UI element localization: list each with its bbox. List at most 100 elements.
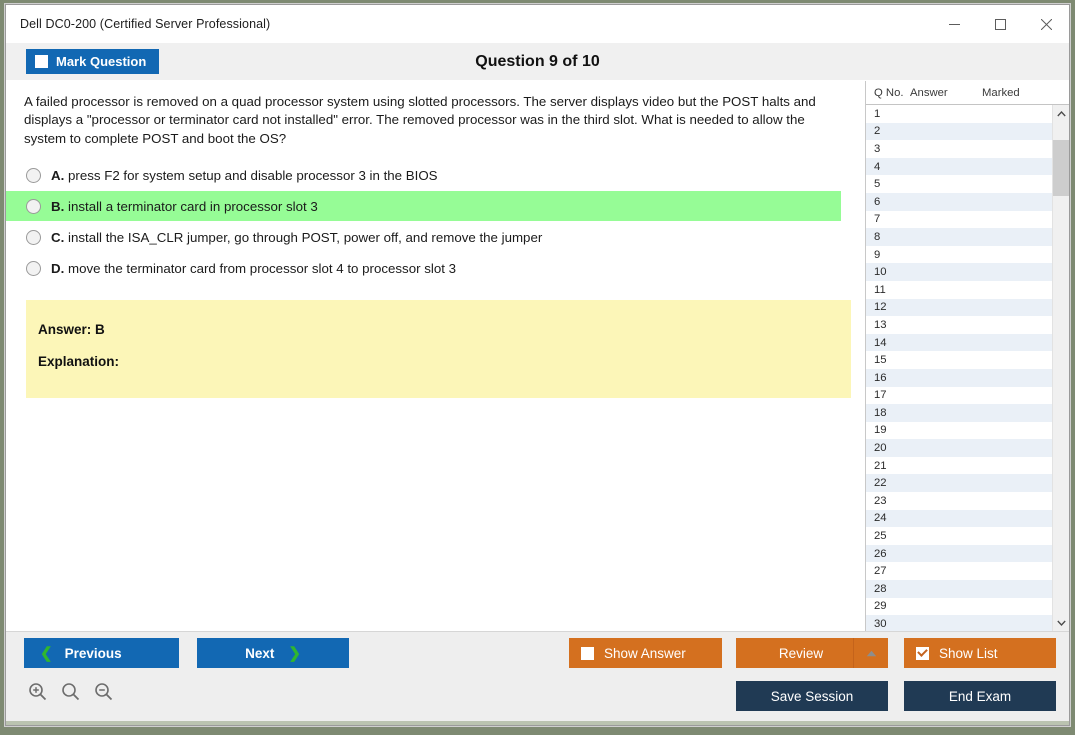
question-list-row-number: 2 <box>874 125 881 138</box>
minimize-icon[interactable] <box>931 5 977 43</box>
question-list-row[interactable]: 3 <box>866 140 1052 158</box>
option-label-d: D. move the terminator card from process… <box>51 261 456 276</box>
show-list-button[interactable]: Show List <box>904 638 1056 668</box>
question-list-row[interactable]: 24 <box>866 509 1052 528</box>
end-exam-button[interactable]: End Exam <box>904 681 1056 711</box>
question-list-row-number: 27 <box>874 565 887 578</box>
previous-label: Previous <box>64 645 122 661</box>
next-button[interactable]: Next ❯ <box>197 638 349 668</box>
question-list-row[interactable]: 13 <box>866 316 1052 334</box>
question-list-row-number: 23 <box>874 494 887 507</box>
question-list-row-number: 14 <box>874 336 887 349</box>
question-list-row[interactable]: 12 <box>866 298 1052 317</box>
question-list-row[interactable]: 21 <box>866 456 1052 475</box>
question-list-row[interactable]: 2 <box>866 122 1052 141</box>
question-list-row-number: 18 <box>874 406 887 419</box>
body-area: A failed processor is removed on a quad … <box>6 81 1069 631</box>
question-list-scrollbar[interactable] <box>1052 105 1069 631</box>
question-list-row[interactable]: 4 <box>866 157 1052 176</box>
question-list-row[interactable]: 14 <box>866 333 1052 352</box>
scrollbar-track[interactable] <box>1052 122 1069 614</box>
option-text-a: press F2 for system setup and disable pr… <box>68 167 438 183</box>
option-text-d: move the terminator card from processor … <box>68 260 456 276</box>
question-list-row[interactable]: 9 <box>866 245 1052 264</box>
question-list-row-number: 6 <box>874 195 881 208</box>
question-list-row[interactable]: 20 <box>866 439 1052 457</box>
question-list-row-number: 16 <box>874 371 887 384</box>
question-counter: Question 9 of 10 <box>475 52 600 70</box>
option-text-b: install a terminator card in processor s… <box>68 198 318 214</box>
question-list-row[interactable]: 30 <box>866 615 1052 631</box>
question-list-row[interactable]: 23 <box>866 492 1052 510</box>
question-list-row[interactable]: 10 <box>866 263 1052 281</box>
window-controls <box>931 5 1069 43</box>
question-list-row[interactable]: 8 <box>866 228 1052 246</box>
option-text-c: install the ISA_CLR jumper, go through P… <box>68 229 543 245</box>
scroll-down-arrow-icon[interactable] <box>1053 614 1070 631</box>
question-list-row[interactable]: 11 <box>866 280 1052 299</box>
question-list-row-number: 10 <box>874 266 887 279</box>
option-row-b[interactable]: B. install a terminator card in processo… <box>6 191 841 222</box>
question-list-row[interactable]: 19 <box>866 421 1052 440</box>
column-header-answer: Answer <box>910 86 948 99</box>
review-dropdown-button[interactable]: Review <box>736 638 888 668</box>
question-list-row-number: 9 <box>874 248 881 261</box>
mark-question-button[interactable]: Mark Question <box>26 49 160 74</box>
show-answer-checkbox-icon <box>581 646 594 660</box>
save-session-button[interactable]: Save Session <box>736 681 888 711</box>
question-list-row-number: 25 <box>874 530 887 543</box>
question-list-row[interactable]: 18 <box>866 404 1052 422</box>
question-list-row[interactable]: 16 <box>866 368 1052 387</box>
title-bar: Dell DC0-200 (Certified Server Professio… <box>6 5 1069 43</box>
answer-line: Answer: B <box>38 322 105 338</box>
question-list-row[interactable]: 29 <box>866 597 1052 616</box>
question-list-row[interactable]: 7 <box>866 210 1052 229</box>
question-list-row[interactable]: 26 <box>866 544 1052 563</box>
option-row-d[interactable]: D. move the terminator card from process… <box>6 253 841 283</box>
question-list-row[interactable]: 25 <box>866 527 1052 545</box>
question-list-header: Q No. Answer Marked <box>866 81 1069 105</box>
question-list-row-number: 12 <box>874 301 887 314</box>
previous-button[interactable]: ❮ Previous <box>24 638 179 668</box>
scrollbar-thumb[interactable] <box>1052 140 1069 196</box>
maximize-icon[interactable] <box>977 5 1023 43</box>
question-list-row-number: 26 <box>874 547 887 560</box>
mark-question-label: Mark Question <box>56 54 147 69</box>
question-list-row-number: 3 <box>874 142 881 155</box>
chevron-up-icon[interactable] <box>854 638 888 668</box>
option-letter-c: C. <box>51 229 65 245</box>
zoom-out-icon[interactable] <box>94 682 113 706</box>
zoom-in-icon[interactable] <box>28 682 47 706</box>
option-row-a[interactable]: A. press F2 for system setup and disable… <box>6 160 841 190</box>
question-list-row-number: 11 <box>874 283 886 296</box>
option-label-c: C. install the ISA_CLR jumper, go throug… <box>51 230 542 245</box>
show-answer-label: Show Answer <box>604 645 686 661</box>
radio-icon-b[interactable] <box>26 198 41 214</box>
question-list-row-number: 1 <box>874 107 881 120</box>
close-icon[interactable] <box>1023 5 1069 43</box>
question-list-row[interactable]: 15 <box>866 351 1052 369</box>
question-list-row-number: 7 <box>874 213 881 226</box>
chevron-right-icon: ❯ <box>288 644 301 662</box>
radio-icon-c[interactable] <box>26 229 41 245</box>
zoom-reset-icon[interactable] <box>61 682 80 706</box>
question-list-row-number: 20 <box>874 442 887 455</box>
exam-application-window: Dell DC0-200 (Certified Server Professio… <box>5 4 1070 726</box>
question-list-row[interactable]: 28 <box>866 580 1052 598</box>
question-list-row[interactable]: 1 <box>866 105 1052 123</box>
radio-icon-d[interactable] <box>26 260 41 276</box>
question-list-row-number: 4 <box>874 160 881 173</box>
scroll-up-arrow-icon[interactable] <box>1053 105 1070 122</box>
option-label-b: B. install a terminator card in processo… <box>51 199 318 214</box>
question-list-row[interactable]: 5 <box>866 175 1052 193</box>
option-row-c[interactable]: C. install the ISA_CLR jumper, go throug… <box>6 222 841 252</box>
question-list-row[interactable]: 17 <box>866 386 1052 405</box>
question-list-row[interactable]: 27 <box>866 562 1052 581</box>
question-list-row[interactable]: 22 <box>866 474 1052 493</box>
question-list-scroll-area: 1 2 3 4 5 6 7 8 9 10 11 12 13 14 15 16 17 18 19 20 21 22 23 24 2… <box>866 105 1069 631</box>
footer-toolbar: ❮ Previous Next ❯ Show Answer Review Sho… <box>6 631 1069 725</box>
show-list-label: Show List <box>939 645 998 661</box>
show-answer-button[interactable]: Show Answer <box>569 638 722 668</box>
question-list-row[interactable]: 6 <box>866 192 1052 211</box>
radio-icon-a[interactable] <box>26 167 41 183</box>
